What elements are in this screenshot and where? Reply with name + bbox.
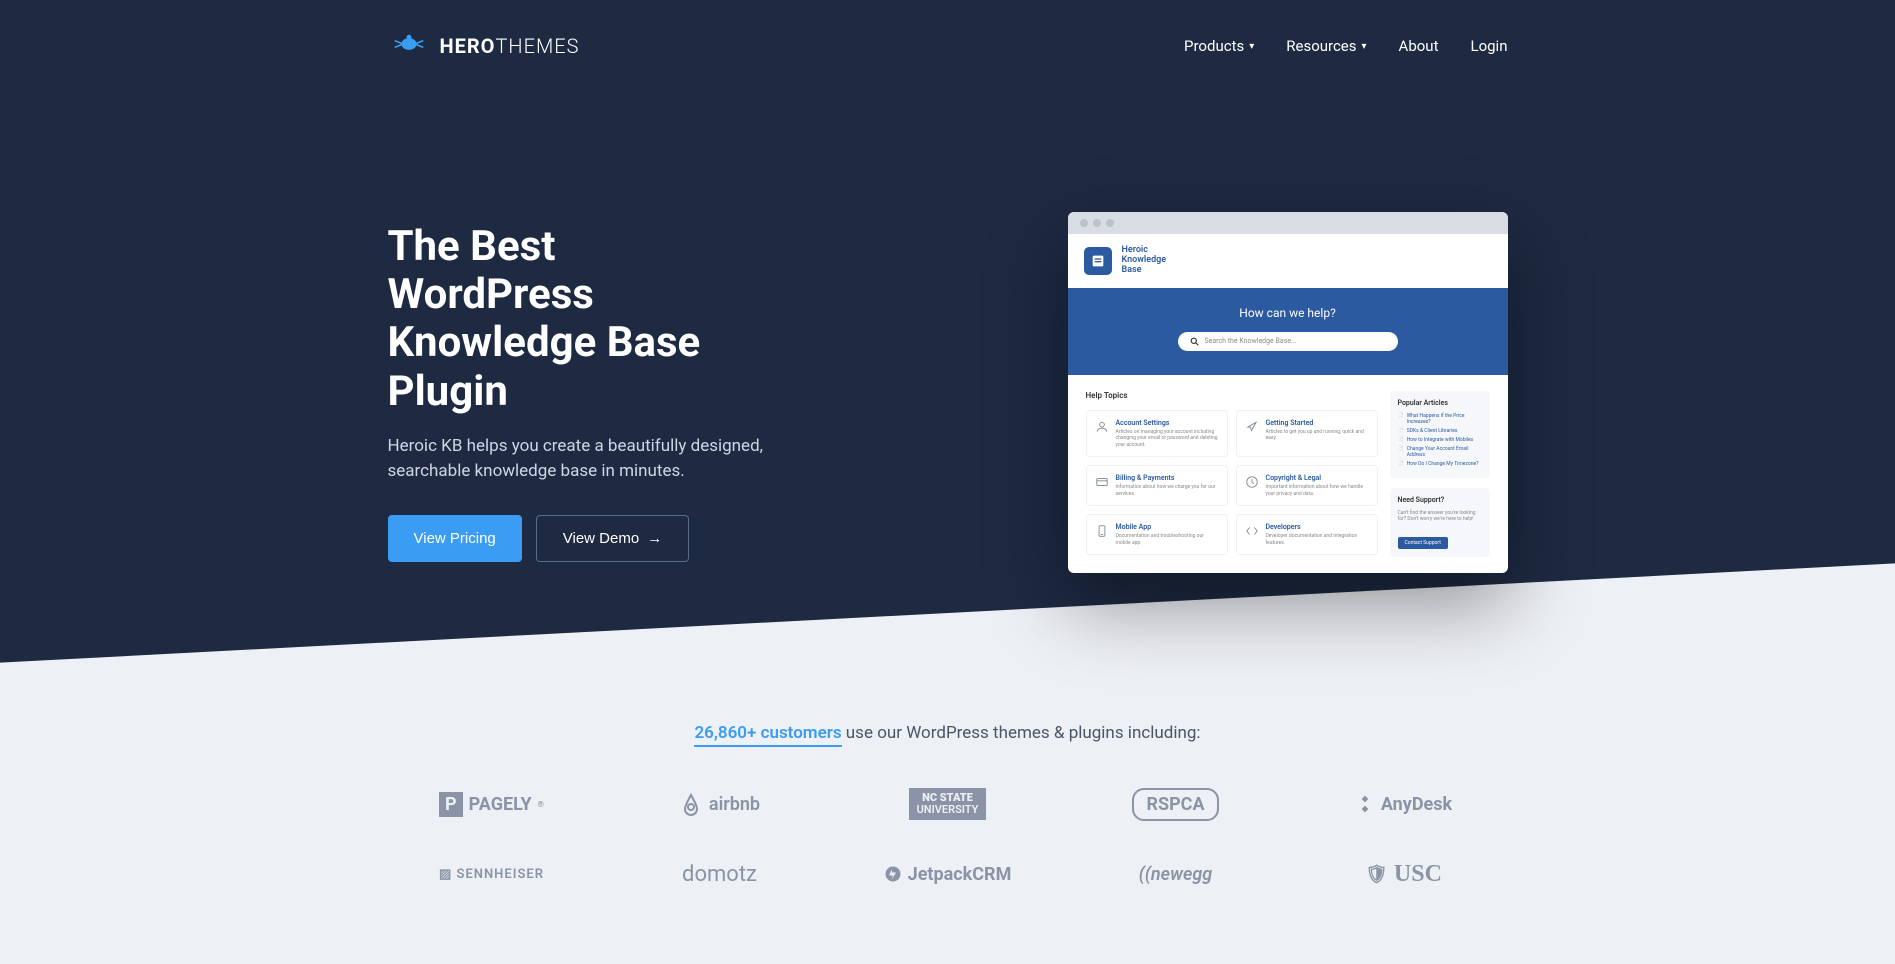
topic-title: Billing & Payments	[1116, 474, 1219, 482]
topic-card: Developers Developer documentation and in…	[1236, 514, 1378, 555]
customer-logo: PPAGELY®	[388, 792, 596, 817]
topic-desc: Articles on managing your account includ…	[1116, 429, 1219, 449]
customer-logo: RSPCA	[1072, 788, 1280, 821]
customer-logo: AnyDesk	[1300, 794, 1508, 815]
contact-support-button: Contact Support	[1398, 537, 1448, 549]
customer-logo: 🛡 USC	[1300, 861, 1508, 888]
navbar: HEROTHEMES Products▾ Resources▾ About Lo…	[388, 0, 1508, 92]
topic-title: Getting Started	[1266, 419, 1369, 427]
topic-card: Getting Started Articles to get you up an…	[1236, 410, 1378, 458]
topic-desc: Information about how we charge you for …	[1116, 484, 1219, 497]
mockup-search-input: Search the Knowledge Base...	[1178, 332, 1398, 351]
topic-icon	[1245, 474, 1259, 488]
support-desc: Can't find the answer you're looking for…	[1398, 510, 1482, 523]
topic-icon	[1095, 419, 1109, 433]
support-title: Need Support?	[1398, 496, 1482, 504]
customer-logo: ▨ SENNHEISER	[388, 867, 596, 882]
chevron-down-icon: ▾	[1249, 41, 1254, 52]
topic-title: Mobile App	[1116, 523, 1219, 531]
popular-article: What Happens if the Price Increases?	[1398, 413, 1482, 425]
logo-text: HEROTHEMES	[440, 34, 580, 58]
topic-desc: Important information about how we handl…	[1266, 484, 1369, 497]
topic-card: Billing & Payments Information about how …	[1086, 465, 1228, 506]
arrow-right-icon: →	[647, 530, 662, 547]
topic-desc: Developer documentation and integration …	[1266, 533, 1369, 546]
hero-icon	[388, 30, 430, 62]
view-demo-button[interactable]: View Demo→	[536, 515, 689, 562]
logo[interactable]: HEROTHEMES	[388, 30, 580, 62]
popular-article: How to Integrate with Mobiles	[1398, 437, 1482, 443]
customers-title: 26,860+ customers use our WordPress them…	[388, 723, 1508, 743]
nav-products[interactable]: Products▾	[1184, 37, 1254, 55]
customer-logo: NC STATEUNIVERSITY	[844, 788, 1052, 820]
nav-login[interactable]: Login	[1471, 37, 1508, 55]
customers-count[interactable]: 26,860+ customers	[694, 723, 841, 747]
nav-resources[interactable]: Resources▾	[1286, 37, 1366, 55]
hero-subtitle: Heroic KB helps you create a beautifully…	[388, 434, 768, 485]
help-topics-title: Help Topics	[1086, 391, 1378, 400]
kb-brand-text: Heroic Knowledge Base	[1122, 246, 1167, 276]
nav-links: Products▾ Resources▾ About Login	[1184, 37, 1507, 55]
topic-title: Copyright & Legal	[1266, 474, 1369, 482]
popular-article: How Do I Change My Timezone?	[1398, 461, 1482, 467]
topic-icon	[1095, 474, 1109, 488]
product-mockup: Heroic Knowledge Base How can we help? S…	[1068, 212, 1508, 573]
topic-icon	[1245, 419, 1259, 433]
popular-article: Change Your Account Email Address	[1398, 446, 1482, 458]
mockup-search-title: How can we help?	[1088, 306, 1488, 320]
topic-card: Mobile App Documentation and troubleshoot…	[1086, 514, 1228, 555]
customer-logo: airbnb	[616, 792, 824, 816]
customer-logo: ((newegg	[1072, 864, 1280, 885]
topic-card: Copyright & Legal Important information a…	[1236, 465, 1378, 506]
topic-icon	[1095, 523, 1109, 537]
topic-card: Account Settings Articles on managing you…	[1086, 410, 1228, 458]
mockup-titlebar	[1068, 212, 1508, 234]
popular-article: SDKs & Client Libraries	[1398, 428, 1482, 434]
customer-logo: JetpackCRM	[844, 864, 1052, 885]
chevron-down-icon: ▾	[1362, 41, 1367, 52]
topic-title: Developers	[1266, 523, 1369, 531]
nav-about[interactable]: About	[1399, 37, 1439, 55]
customer-logo: domotz	[616, 862, 824, 887]
view-pricing-button[interactable]: View Pricing	[388, 515, 522, 562]
topic-icon	[1245, 523, 1259, 537]
topic-desc: Documentation and troubleshooting our mo…	[1116, 533, 1219, 546]
popular-articles-title: Popular Articles	[1398, 399, 1482, 407]
kb-logo-icon	[1084, 247, 1112, 275]
topic-title: Account Settings	[1116, 419, 1219, 427]
topic-desc: Articles to get you up and running, quic…	[1266, 429, 1369, 442]
search-icon	[1190, 337, 1199, 346]
hero-title: The Best WordPress Knowledge Base Plugin	[388, 223, 768, 416]
